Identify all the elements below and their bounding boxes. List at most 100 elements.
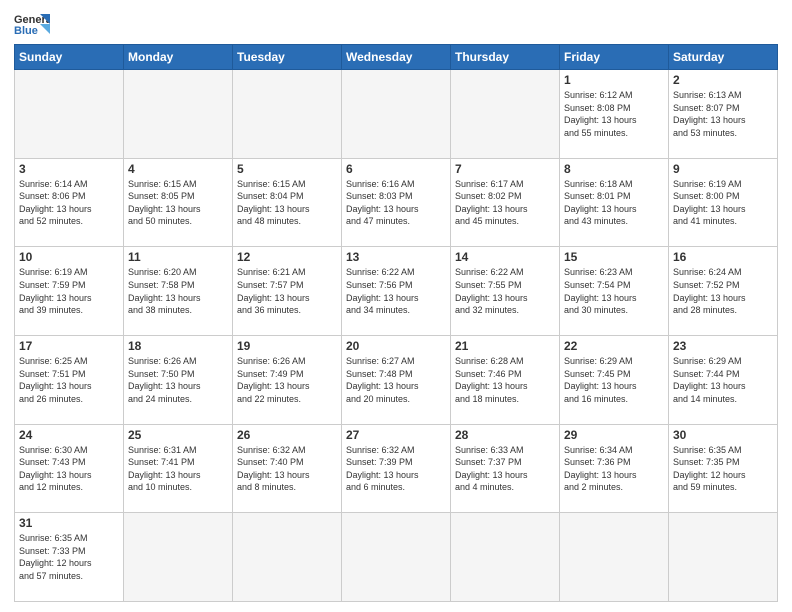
day-info: Sunrise: 6:21 AM Sunset: 7:57 PM Dayligh… bbox=[237, 266, 337, 316]
calendar-cell bbox=[669, 513, 778, 602]
day-info: Sunrise: 6:22 AM Sunset: 7:55 PM Dayligh… bbox=[455, 266, 555, 316]
day-number: 11 bbox=[128, 250, 228, 264]
day-number: 6 bbox=[346, 162, 446, 176]
day-number: 7 bbox=[455, 162, 555, 176]
calendar-cell: 25 Sunrise: 6:31 AM Sunset: 7:41 PM Dayli… bbox=[124, 424, 233, 513]
calendar-cell bbox=[233, 70, 342, 159]
day-info: Sunrise: 6:19 AM Sunset: 8:00 PM Dayligh… bbox=[673, 178, 773, 228]
calendar-cell: 14 Sunrise: 6:22 AM Sunset: 7:55 PM Dayli… bbox=[451, 247, 560, 336]
calendar-cell: 1 Sunrise: 6:12 AM Sunset: 8:08 PM Daylig… bbox=[560, 70, 669, 159]
day-info: Sunrise: 6:24 AM Sunset: 7:52 PM Dayligh… bbox=[673, 266, 773, 316]
weekday-sunday: Sunday bbox=[15, 45, 124, 70]
week-row-1: 3Sunrise: 6:14 AM Sunset: 8:06 PM Daylig… bbox=[15, 158, 778, 247]
calendar-cell bbox=[124, 513, 233, 602]
calendar-cell: 27Sunrise: 6:32 AM Sunset: 7:39 PM Dayli… bbox=[342, 424, 451, 513]
day-number: 21 bbox=[455, 339, 555, 353]
day-info: Sunrise: 6:28 AM Sunset: 7:46 PM Dayligh… bbox=[455, 355, 555, 405]
calendar-cell: 24Sunrise: 6:30 AM Sunset: 7:43 PM Dayli… bbox=[15, 424, 124, 513]
calendar-cell: 18 Sunrise: 6:26 AM Sunset: 7:50 PM Dayli… bbox=[124, 335, 233, 424]
day-number: 27 bbox=[346, 428, 446, 442]
weekday-friday: Friday bbox=[560, 45, 669, 70]
day-number: 23 bbox=[673, 339, 773, 353]
day-number: 2 bbox=[673, 73, 773, 87]
day-info: Sunrise: 6:12 AM Sunset: 8:08 PM Dayligh… bbox=[564, 89, 664, 139]
calendar-cell bbox=[560, 513, 669, 602]
day-number: 25 bbox=[128, 428, 228, 442]
calendar-cell: 12 Sunrise: 6:21 AM Sunset: 7:57 PM Dayli… bbox=[233, 247, 342, 336]
day-number: 15 bbox=[564, 250, 664, 264]
day-info: Sunrise: 6:18 AM Sunset: 8:01 PM Dayligh… bbox=[564, 178, 664, 228]
day-info: Sunrise: 6:25 AM Sunset: 7:51 PM Dayligh… bbox=[19, 355, 119, 405]
day-number: 30 bbox=[673, 428, 773, 442]
day-info: Sunrise: 6:17 AM Sunset: 8:02 PM Dayligh… bbox=[455, 178, 555, 228]
day-info: Sunrise: 6:29 AM Sunset: 7:44 PM Dayligh… bbox=[673, 355, 773, 405]
day-info: Sunrise: 6:26 AM Sunset: 7:50 PM Dayligh… bbox=[128, 355, 228, 405]
calendar-cell: 20Sunrise: 6:27 AM Sunset: 7:48 PM Dayli… bbox=[342, 335, 451, 424]
calendar-cell: 31 Sunrise: 6:35 AM Sunset: 7:33 PM Dayli… bbox=[15, 513, 124, 602]
day-info: Sunrise: 6:20 AM Sunset: 7:58 PM Dayligh… bbox=[128, 266, 228, 316]
day-info: Sunrise: 6:31 AM Sunset: 7:41 PM Dayligh… bbox=[128, 444, 228, 494]
day-info: Sunrise: 6:27 AM Sunset: 7:48 PM Dayligh… bbox=[346, 355, 446, 405]
day-info: Sunrise: 6:23 AM Sunset: 7:54 PM Dayligh… bbox=[564, 266, 664, 316]
weekday-thursday: Thursday bbox=[451, 45, 560, 70]
day-info: Sunrise: 6:35 AM Sunset: 7:33 PM Dayligh… bbox=[19, 532, 119, 582]
calendar-cell bbox=[342, 70, 451, 159]
day-info: Sunrise: 6:15 AM Sunset: 8:04 PM Dayligh… bbox=[237, 178, 337, 228]
day-info: Sunrise: 6:19 AM Sunset: 7:59 PM Dayligh… bbox=[19, 266, 119, 316]
day-number: 31 bbox=[19, 516, 119, 530]
day-info: Sunrise: 6:15 AM Sunset: 8:05 PM Dayligh… bbox=[128, 178, 228, 228]
weekday-header-row: SundayMondayTuesdayWednesdayThursdayFrid… bbox=[15, 45, 778, 70]
weekday-saturday: Saturday bbox=[669, 45, 778, 70]
day-number: 8 bbox=[564, 162, 664, 176]
day-number: 13 bbox=[346, 250, 446, 264]
weekday-wednesday: Wednesday bbox=[342, 45, 451, 70]
day-info: Sunrise: 6:16 AM Sunset: 8:03 PM Dayligh… bbox=[346, 178, 446, 228]
calendar-cell bbox=[124, 70, 233, 159]
day-number: 18 bbox=[128, 339, 228, 353]
day-number: 22 bbox=[564, 339, 664, 353]
calendar-cell: 19 Sunrise: 6:26 AM Sunset: 7:49 PM Dayli… bbox=[233, 335, 342, 424]
day-number: 19 bbox=[237, 339, 337, 353]
calendar-cell: 16 Sunrise: 6:24 AM Sunset: 7:52 PM Dayli… bbox=[669, 247, 778, 336]
day-number: 12 bbox=[237, 250, 337, 264]
calendar-cell bbox=[451, 513, 560, 602]
calendar-cell: 28Sunrise: 6:33 AM Sunset: 7:37 PM Dayli… bbox=[451, 424, 560, 513]
calendar-cell: 6 Sunrise: 6:16 AM Sunset: 8:03 PM Daylig… bbox=[342, 158, 451, 247]
day-info: Sunrise: 6:22 AM Sunset: 7:56 PM Dayligh… bbox=[346, 266, 446, 316]
calendar-cell: 22 Sunrise: 6:29 AM Sunset: 7:45 PM Dayli… bbox=[560, 335, 669, 424]
day-number: 28 bbox=[455, 428, 555, 442]
calendar-cell: 15 Sunrise: 6:23 AM Sunset: 7:54 PM Dayli… bbox=[560, 247, 669, 336]
calendar-cell: 10Sunrise: 6:19 AM Sunset: 7:59 PM Dayli… bbox=[15, 247, 124, 336]
calendar-cell: 13 Sunrise: 6:22 AM Sunset: 7:56 PM Dayli… bbox=[342, 247, 451, 336]
calendar-cell: 23 Sunrise: 6:29 AM Sunset: 7:44 PM Dayli… bbox=[669, 335, 778, 424]
day-info: Sunrise: 6:29 AM Sunset: 7:45 PM Dayligh… bbox=[564, 355, 664, 405]
logo-icon: General Blue bbox=[14, 10, 50, 38]
logo: General Blue bbox=[14, 10, 50, 38]
calendar-cell: 7 Sunrise: 6:17 AM Sunset: 8:02 PM Daylig… bbox=[451, 158, 560, 247]
calendar-cell: 9 Sunrise: 6:19 AM Sunset: 8:00 PM Daylig… bbox=[669, 158, 778, 247]
calendar-cell bbox=[233, 513, 342, 602]
day-info: Sunrise: 6:26 AM Sunset: 7:49 PM Dayligh… bbox=[237, 355, 337, 405]
day-number: 4 bbox=[128, 162, 228, 176]
day-info: Sunrise: 6:34 AM Sunset: 7:36 PM Dayligh… bbox=[564, 444, 664, 494]
calendar-cell: 11 Sunrise: 6:20 AM Sunset: 7:58 PM Dayli… bbox=[124, 247, 233, 336]
day-number: 14 bbox=[455, 250, 555, 264]
page: General Blue SundayMondayTuesdayWednesda… bbox=[0, 0, 792, 612]
day-number: 26 bbox=[237, 428, 337, 442]
day-number: 1 bbox=[564, 73, 664, 87]
weekday-monday: Monday bbox=[124, 45, 233, 70]
week-row-2: 10Sunrise: 6:19 AM Sunset: 7:59 PM Dayli… bbox=[15, 247, 778, 336]
calendar-cell: 5 Sunrise: 6:15 AM Sunset: 8:04 PM Daylig… bbox=[233, 158, 342, 247]
day-number: 5 bbox=[237, 162, 337, 176]
day-info: Sunrise: 6:32 AM Sunset: 7:40 PM Dayligh… bbox=[237, 444, 337, 494]
day-number: 29 bbox=[564, 428, 664, 442]
header: General Blue bbox=[14, 10, 778, 38]
calendar-cell: 30Sunrise: 6:35 AM Sunset: 7:35 PM Dayli… bbox=[669, 424, 778, 513]
calendar-cell: 8 Sunrise: 6:18 AM Sunset: 8:01 PM Daylig… bbox=[560, 158, 669, 247]
week-row-5: 31 Sunrise: 6:35 AM Sunset: 7:33 PM Dayli… bbox=[15, 513, 778, 602]
week-row-4: 24Sunrise: 6:30 AM Sunset: 7:43 PM Dayli… bbox=[15, 424, 778, 513]
calendar-cell: 2Sunrise: 6:13 AM Sunset: 8:07 PM Daylig… bbox=[669, 70, 778, 159]
week-row-0: 1 Sunrise: 6:12 AM Sunset: 8:08 PM Daylig… bbox=[15, 70, 778, 159]
day-number: 16 bbox=[673, 250, 773, 264]
day-number: 9 bbox=[673, 162, 773, 176]
